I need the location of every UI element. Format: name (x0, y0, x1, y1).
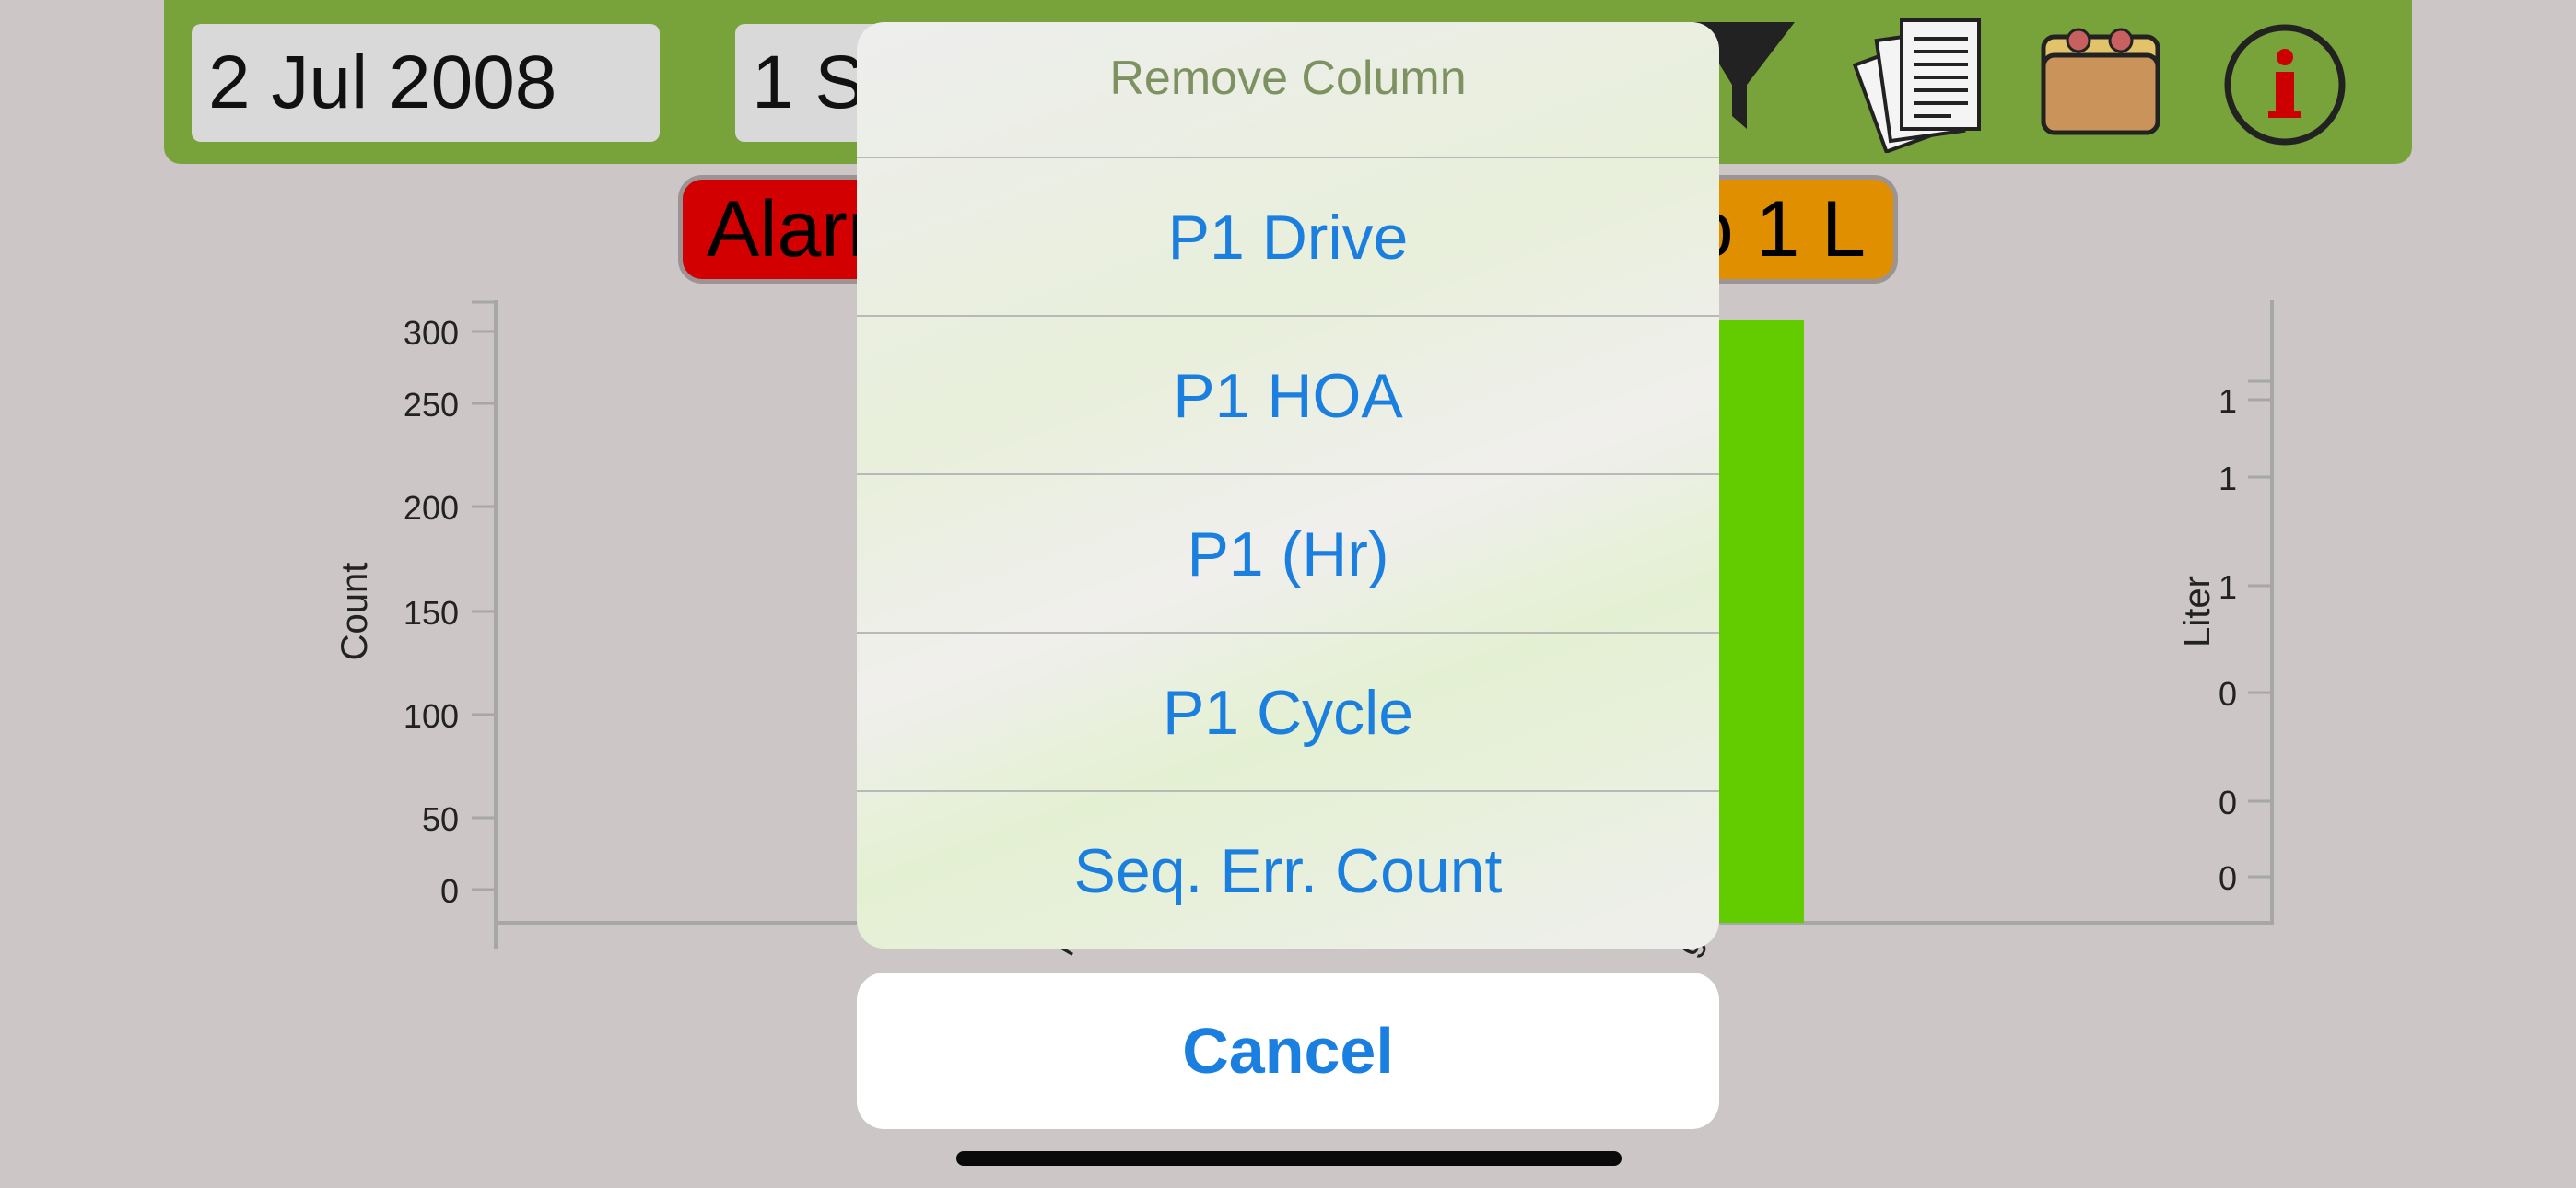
action-item-p1-hr[interactable]: P1 (Hr) (857, 475, 1719, 634)
action-item-seq-err-count[interactable]: Seq. Err. Count (857, 792, 1719, 949)
action-sheet-title: Remove Column (857, 22, 1719, 158)
home-indicator (956, 1151, 1622, 1166)
action-sheet: Remove Column P1 Drive P1 HOA P1 (Hr) P1… (857, 22, 1719, 949)
cancel-button[interactable]: Cancel (857, 973, 1719, 1129)
action-item-p1-drive[interactable]: P1 Drive (857, 158, 1719, 317)
action-item-p1-cycle[interactable]: P1 Cycle (857, 634, 1719, 792)
action-item-p1-hoa[interactable]: P1 HOA (857, 317, 1719, 475)
